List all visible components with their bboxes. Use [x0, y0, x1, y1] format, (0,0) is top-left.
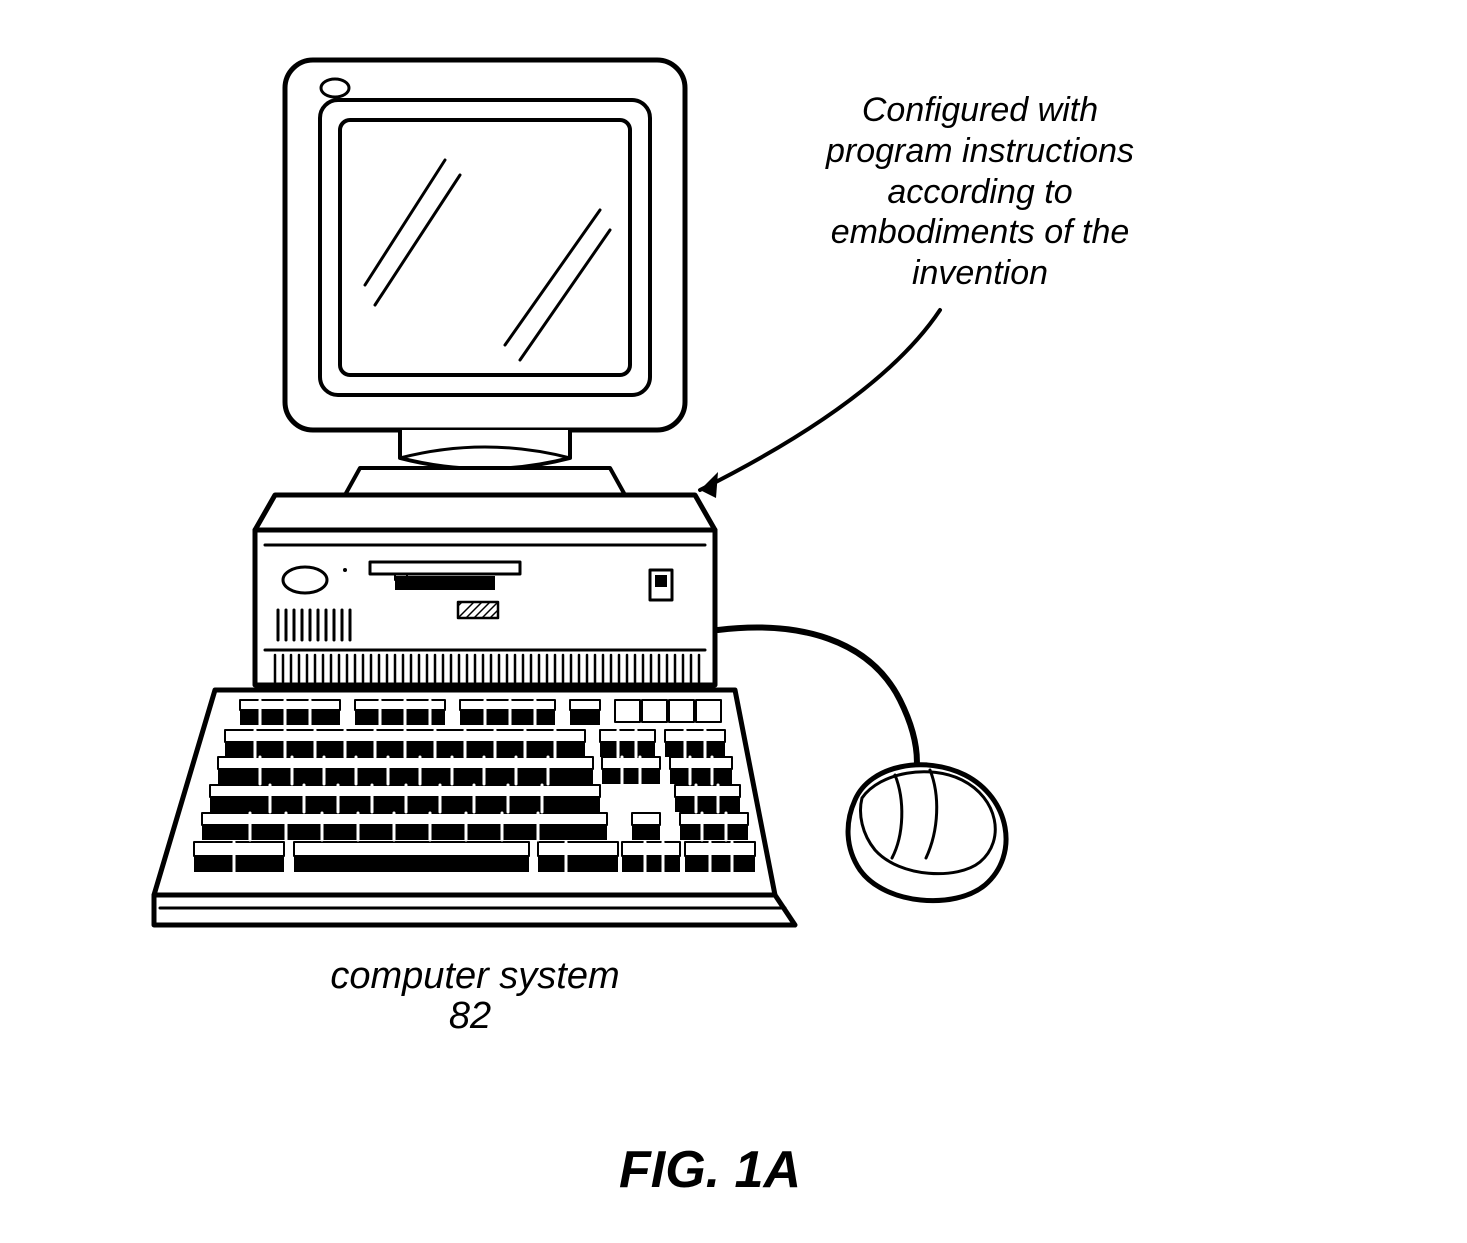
computer-system-diagram: [0, 0, 1467, 1243]
